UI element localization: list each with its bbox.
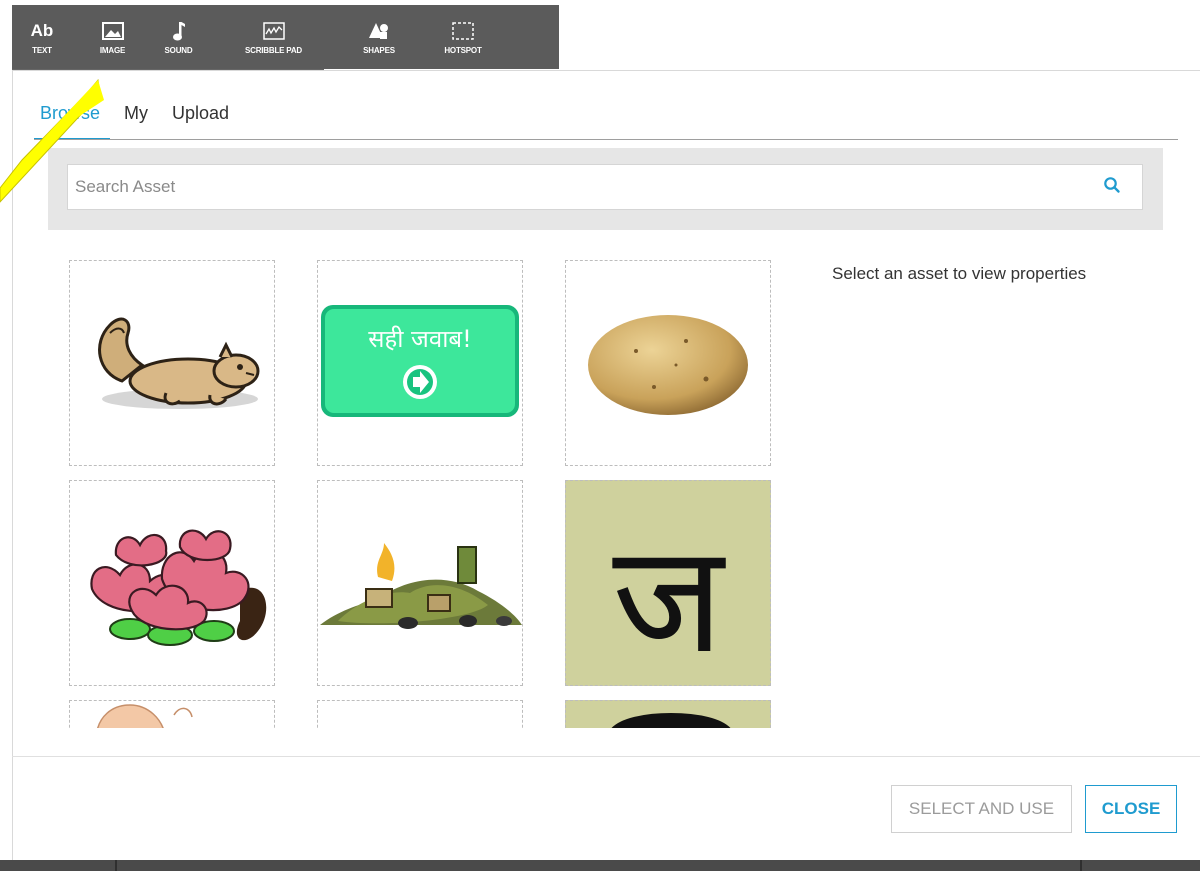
correct-answer-button-image: सही जवाब! xyxy=(321,305,519,417)
status-bar-separator xyxy=(115,860,117,871)
properties-placeholder: Select an asset to view properties xyxy=(832,264,1087,283)
hindi-letter-image: ज xyxy=(612,513,726,685)
tool-text-label: TEXT xyxy=(32,46,52,55)
asset-card-squirrel[interactable] xyxy=(69,260,275,466)
bottom-status-bar xyxy=(0,860,1200,871)
asset-card-potato[interactable] xyxy=(565,260,771,466)
tool-image[interactable]: IMAGE xyxy=(72,5,153,69)
asset-grid: सही जवाब! ज xyxy=(60,250,790,728)
tool-hotspot[interactable]: HOTSPOT xyxy=(415,5,511,69)
tool-shapes-label: SHAPES xyxy=(363,46,395,55)
svg-text:सही जवाब!: सही जवाब! xyxy=(368,325,472,353)
status-bar-separator xyxy=(1080,860,1082,871)
music-note-icon xyxy=(172,19,186,43)
footer-divider xyxy=(12,756,1200,757)
garbage-pile-image xyxy=(320,543,522,629)
potato-image xyxy=(588,315,748,415)
tool-shapes[interactable]: SHAPES xyxy=(343,5,415,69)
tab-browse[interactable]: Browse xyxy=(34,103,111,140)
asset-card-blank[interactable] xyxy=(317,700,523,728)
tab-upload[interactable]: Upload xyxy=(172,103,229,140)
search-input[interactable] xyxy=(67,164,1143,210)
scribble-pad-icon xyxy=(262,19,285,43)
tool-sound-label: SOUND xyxy=(164,46,193,55)
lotus-image xyxy=(90,529,267,646)
asset-tabs: Browse My Upload xyxy=(34,103,253,140)
asset-card-lotus[interactable] xyxy=(69,480,275,686)
tool-sound[interactable]: SOUND xyxy=(153,5,204,69)
asset-card-face[interactable] xyxy=(69,700,275,728)
image-icon xyxy=(101,19,124,43)
tool-scribble-pad[interactable]: SCRIBBLE PAD xyxy=(204,5,343,69)
hotspot-icon xyxy=(452,19,474,43)
search-bar xyxy=(48,148,1163,230)
tool-hotspot-label: HOTSPOT xyxy=(444,46,482,55)
face-image xyxy=(97,704,193,728)
squirrel-image xyxy=(98,317,260,409)
shapes-icon xyxy=(368,19,390,43)
tool-text[interactable]: Ab TEXT xyxy=(12,5,72,69)
tab-my[interactable]: My xyxy=(124,103,148,140)
asset-card-letter-ja[interactable]: ज xyxy=(565,480,771,686)
asset-card-letter-partial[interactable] xyxy=(565,700,771,728)
hindi-letter-image xyxy=(611,713,731,728)
tool-scribble-pad-label: SCRIBBLE PAD xyxy=(244,46,302,55)
svg-text:ज: ज xyxy=(612,513,726,685)
select-and-use-button[interactable]: SELECT AND USE xyxy=(891,785,1072,833)
asset-toolbar: Ab TEXT IMAGE SOUND SCRIBBLE PAD SHAPES … xyxy=(12,5,559,69)
asset-card-garbage[interactable] xyxy=(317,480,523,686)
text-icon: Ab xyxy=(30,21,54,40)
asset-card-correct-answer[interactable]: सही जवाब! xyxy=(317,260,523,466)
search-icon[interactable] xyxy=(1103,176,1121,199)
tool-image-label: IMAGE xyxy=(99,46,126,55)
blank-image xyxy=(318,701,522,728)
close-button[interactable]: CLOSE xyxy=(1085,785,1177,833)
tabs-divider xyxy=(34,139,1178,140)
